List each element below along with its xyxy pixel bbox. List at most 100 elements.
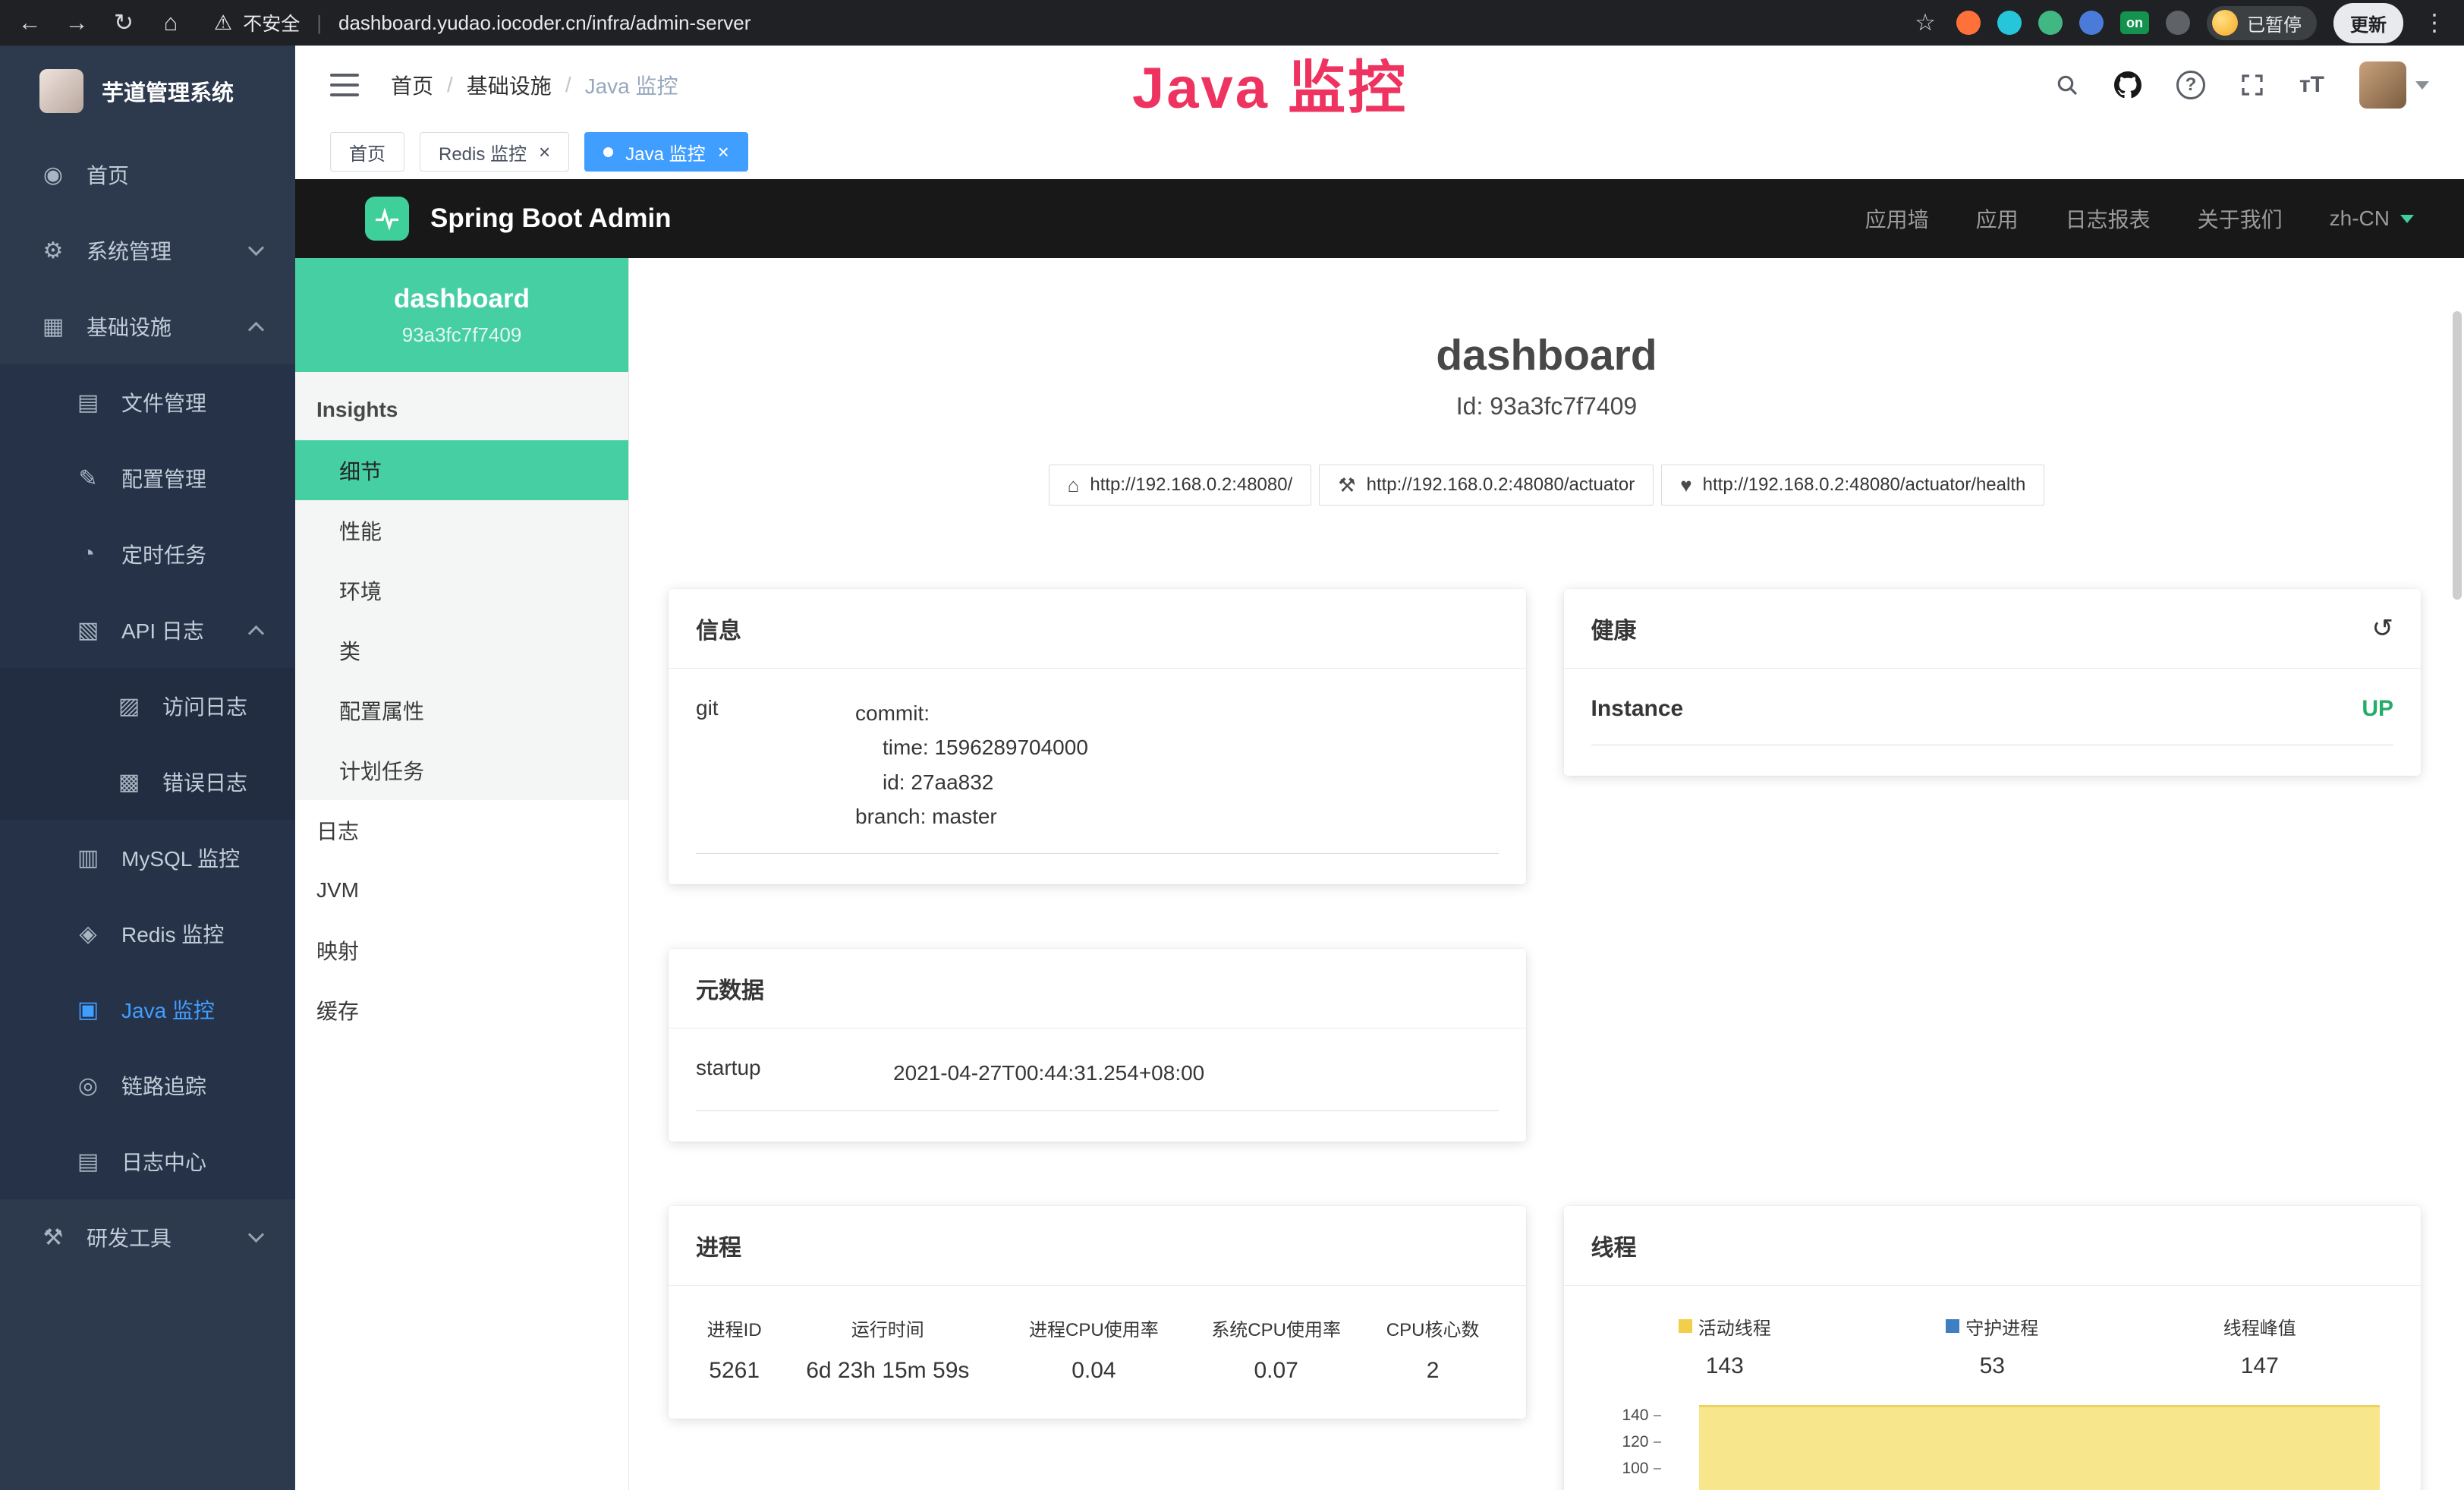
sidebar-item-infrastructure[interactable]: ▦ 基础设施 [0, 288, 295, 364]
sidebar-item-config-management[interactable]: ✎ 配置管理 [0, 440, 295, 516]
sidebar-item-file-management[interactable]: ▤ 文件管理 [0, 364, 295, 440]
sba-nav-about[interactable]: 关于我们 [2198, 203, 2283, 234]
tab-java-monitor[interactable]: Java 监控 × [584, 132, 748, 172]
sidebar-item-label: 系统管理 [87, 235, 172, 266]
close-icon[interactable]: × [718, 142, 729, 162]
active-threads-area [1699, 1405, 2381, 1490]
profile-avatar [2212, 10, 2238, 36]
sba-item-caches[interactable]: 缓存 [295, 980, 628, 1040]
sidebar-item-access-logs[interactable]: ▨ 访问日志 [0, 668, 295, 744]
extension-icon-gray[interactable] [2166, 11, 2190, 35]
address-divider: | [316, 11, 322, 35]
close-icon[interactable]: × [539, 142, 550, 162]
legend-daemon-threads: 守护进程 53 [1858, 1313, 2126, 1379]
history-icon[interactable]: ↺ [2372, 613, 2394, 644]
scrollbar-thumb[interactable] [2453, 311, 2462, 600]
sba-nav-wallboard[interactable]: 应用墙 [1865, 203, 1929, 234]
health-instance-row[interactable]: Instance UP [1591, 696, 2394, 745]
sba-item-logs[interactable]: 日志 [295, 800, 628, 860]
address-bar[interactable]: ⚠ 不安全 | dashboard.yudao.iocoder.cn/infra… [214, 9, 751, 36]
extension-on-badge[interactable]: on [2120, 11, 2149, 34]
sidebar-item-label: 链路追踪 [121, 1070, 206, 1101]
extension-icon-teal[interactable] [1997, 11, 2022, 35]
sidebar-item-log-center[interactable]: ▤ 日志中心 [0, 1123, 295, 1199]
process-sys-cpu-value: 0.07 [1185, 1358, 1367, 1388]
profile-paused-chip[interactable]: 已暂停 [2207, 6, 2317, 40]
log-icon: ▧ [74, 617, 102, 644]
sidebar-item-java-monitor[interactable]: ▣ Java 监控 [0, 972, 295, 1047]
security-warning-icon[interactable]: ⚠ [214, 11, 232, 35]
sba-brand-title[interactable]: Spring Boot Admin [430, 203, 672, 234]
url-text[interactable]: dashboard.yudao.iocoder.cn/infra/admin-s… [338, 11, 751, 35]
text-size-icon[interactable]: тT [2299, 72, 2324, 98]
actuator-url-link[interactable]: ⚒ http://192.168.0.2:48080/actuator [1319, 465, 1654, 506]
sidebar-item-label: 定时任务 [121, 539, 206, 569]
fullscreen-icon[interactable] [2240, 73, 2264, 97]
language-dropdown[interactable]: zh-CN [2330, 206, 2414, 231]
active-dot [603, 147, 613, 157]
sba-item-scheduled-tasks[interactable]: 计划任务 [295, 740, 628, 800]
tab-home[interactable]: 首页 [330, 132, 404, 172]
gear-icon: ⚙ [39, 238, 67, 264]
sidebar-item-api-logs[interactable]: ▧ API 日志 [0, 592, 295, 668]
tab-redis-monitor[interactable]: Redis 监控 × [420, 132, 569, 172]
breadcrumb-infrastructure[interactable]: 基础设施 [467, 70, 552, 100]
sba-nav-applications[interactable]: 应用 [1976, 203, 2019, 234]
sidebar-item-label: 研发工具 [87, 1222, 172, 1252]
redis-icon: ◈ [74, 921, 102, 947]
browser-update-button[interactable]: 更新 [2333, 3, 2403, 43]
extension-icon-blue[interactable] [2079, 11, 2104, 35]
sba-item-config-props[interactable]: 配置属性 [295, 680, 628, 740]
help-icon[interactable]: ? [2176, 71, 2205, 99]
search-icon[interactable] [2055, 73, 2079, 97]
browser-home-icon[interactable]: ⌂ [156, 9, 185, 36]
breadcrumb-separator: / [447, 73, 453, 97]
sidebar-item-label: 首页 [87, 159, 129, 190]
process-pid-value: 5261 [696, 1358, 773, 1388]
app-logo-image [39, 69, 83, 113]
chevron-down-icon [2415, 81, 2429, 90]
home-icon: ◉ [39, 162, 67, 188]
sba-item-jvm[interactable]: JVM [295, 860, 628, 920]
metadata-card: 元数据 startup 2021-04-27T00:44:31.254+08:0… [669, 949, 1526, 1141]
sidebar-item-home[interactable]: ◉ 首页 [0, 137, 295, 213]
sidebar-item-mysql-monitor[interactable]: ▥ MySQL 监控 [0, 820, 295, 896]
forward-icon[interactable]: → [62, 9, 91, 36]
reload-icon[interactable]: ↻ [109, 9, 138, 36]
service-url-link[interactable]: ⌂ http://192.168.0.2:48080/ [1049, 465, 1312, 506]
browser-menu-icon[interactable]: ⋮ [2420, 9, 2449, 36]
sba-item-classes[interactable]: 类 [295, 620, 628, 680]
git-commit-line: commit: [855, 696, 1499, 730]
sidebar-item-dev-tools[interactable]: ⚒ 研发工具 [0, 1199, 295, 1275]
collapse-sidebar-icon[interactable] [330, 74, 359, 96]
sidebar-item-label: Redis 监控 [121, 918, 224, 949]
security-label[interactable]: 不安全 [243, 9, 300, 36]
health-url-link[interactable]: ♥ http://192.168.0.2:48080/actuator/heal… [1661, 465, 2044, 506]
info-value: commit: time: 1596289704000 id: 27aa832 … [855, 696, 1499, 833]
sidebar-item-system-management[interactable]: ⚙ 系统管理 [0, 213, 295, 288]
github-icon[interactable] [2114, 71, 2141, 99]
process-card: 进程 进程ID 运行时间 进程CPU使用率 系统CPU使用率 CP [669, 1206, 1526, 1419]
health-card: 健康 ↺ Instance UP [1564, 589, 2422, 776]
breadcrumb-home[interactable]: 首页 [391, 70, 433, 100]
active-threads-swatch [1679, 1319, 1692, 1333]
sba-item-details[interactable]: 细节 [295, 440, 628, 500]
sba-item-metrics[interactable]: 性能 [295, 500, 628, 560]
error-log-icon: ▩ [115, 769, 143, 795]
breadcrumb-separator: / [565, 73, 571, 97]
sidebar-item-scheduled-tasks[interactable]: ◔ 定时任务 [0, 516, 295, 592]
extension-icon-orange[interactable] [1956, 11, 1981, 35]
extension-icon-green[interactable] [2038, 11, 2063, 35]
sba-nav-journal[interactable]: 日志报表 [2066, 203, 2151, 234]
sidebar-item-error-logs[interactable]: ▩ 错误日志 [0, 744, 295, 820]
sba-item-mappings[interactable]: 映射 [295, 920, 628, 980]
user-avatar[interactable] [2359, 61, 2429, 109]
legend-label: 活动线程 [1698, 1313, 1771, 1340]
instance-header[interactable]: dashboard 93a3fc7f7409 [295, 258, 628, 372]
sidebar-item-link-tracing[interactable]: ◎ 链路追踪 [0, 1047, 295, 1123]
sba-item-environment[interactable]: 环境 [295, 560, 628, 620]
back-icon[interactable]: ← [15, 9, 44, 36]
bookmark-star-icon[interactable]: ☆ [1911, 9, 1940, 36]
sidebar-item-redis-monitor[interactable]: ◈ Redis 监控 [0, 896, 295, 972]
instance-id: 93a3fc7f7409 [402, 323, 522, 347]
